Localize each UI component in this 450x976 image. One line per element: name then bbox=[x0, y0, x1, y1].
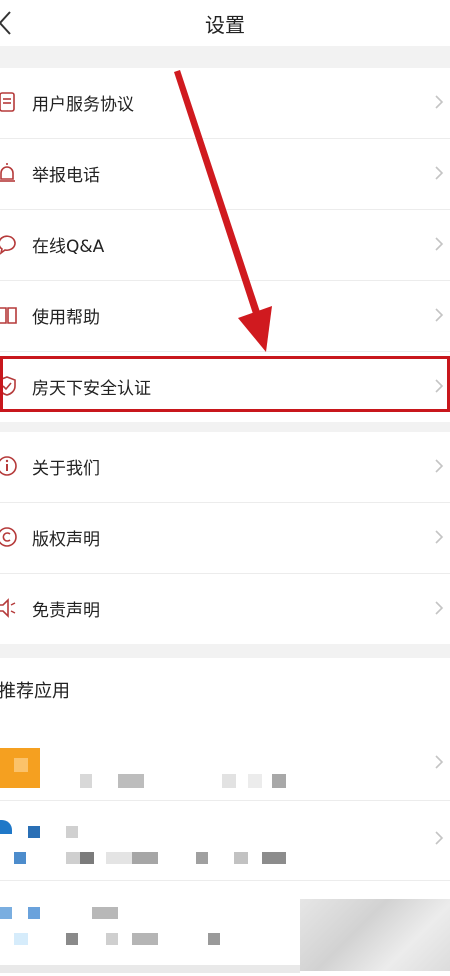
blurred-text bbox=[106, 933, 118, 945]
blurred-text bbox=[208, 933, 220, 945]
menu-item-label: 版权声明 bbox=[32, 530, 100, 550]
recommended-app-item[interactable] bbox=[0, 728, 450, 801]
book-icon bbox=[0, 307, 17, 324]
app-icon-highlight bbox=[14, 758, 28, 772]
menu-item-user-agreement[interactable]: 用户服务协议 bbox=[0, 68, 450, 139]
blurred-text bbox=[132, 852, 158, 864]
chevron-right-icon bbox=[435, 237, 444, 251]
menu-item-label: 在线Q&A bbox=[32, 237, 105, 257]
settings-group-2: 关于我们 版权声明 免责声明 bbox=[0, 432, 450, 644]
chevron-right-icon bbox=[435, 308, 444, 322]
blurred-text bbox=[80, 774, 92, 788]
blurred-text bbox=[14, 933, 28, 945]
menu-item-online-qa[interactable]: 在线Q&A bbox=[0, 210, 450, 281]
blurred-text bbox=[132, 933, 158, 945]
copyright-icon bbox=[0, 527, 17, 547]
menu-item-label: 举报电话 bbox=[32, 166, 100, 186]
page-title: 设置 bbox=[205, 13, 245, 37]
blurred-background bbox=[300, 899, 450, 971]
document-icon bbox=[0, 92, 15, 112]
blurred-text bbox=[14, 852, 26, 864]
blurred-text bbox=[106, 852, 132, 864]
blurred-text bbox=[234, 852, 248, 864]
blurred-text bbox=[28, 907, 40, 919]
menu-item-report-phone[interactable]: 举报电话 bbox=[0, 139, 450, 210]
recommended-apps-title: 推荐应用 bbox=[0, 681, 70, 702]
chevron-right-icon bbox=[435, 459, 444, 473]
menu-item-disclaimer[interactable]: 免责声明 bbox=[0, 574, 450, 644]
menu-item-about-us[interactable]: 关于我们 bbox=[0, 432, 450, 503]
menu-item-help[interactable]: 使用帮助 bbox=[0, 281, 450, 352]
blurred-text bbox=[222, 774, 236, 788]
menu-item-label: 关于我们 bbox=[32, 459, 100, 479]
chevron-right-icon bbox=[435, 166, 444, 180]
blurred-text bbox=[66, 826, 78, 838]
recommended-app-item[interactable] bbox=[0, 800, 450, 881]
chevron-right-icon bbox=[435, 755, 444, 769]
highlight-box bbox=[0, 356, 450, 412]
blurred-text bbox=[118, 774, 144, 788]
info-icon bbox=[0, 456, 17, 476]
blurred-text bbox=[92, 907, 118, 919]
chevron-right-icon bbox=[435, 530, 444, 544]
bottom-bar bbox=[0, 965, 300, 973]
header-bar: 设置 bbox=[0, 0, 450, 46]
speaker-icon bbox=[0, 598, 16, 618]
chevron-right-icon bbox=[435, 601, 444, 615]
menu-item-label: 免责声明 bbox=[32, 601, 100, 621]
menu-item-label: 使用帮助 bbox=[32, 308, 100, 328]
blurred-text bbox=[28, 826, 40, 838]
blurred-text bbox=[196, 852, 208, 864]
menu-item-label: 用户服务协议 bbox=[32, 95, 134, 115]
blurred-text bbox=[272, 774, 286, 788]
app-icon bbox=[0, 907, 12, 919]
blurred-text bbox=[66, 852, 80, 864]
chevron-right-icon bbox=[435, 95, 444, 109]
app-icon bbox=[0, 820, 12, 834]
blurred-text bbox=[248, 774, 262, 788]
recommended-app-item[interactable] bbox=[0, 881, 450, 976]
blurred-text bbox=[66, 933, 78, 945]
alarm-icon bbox=[0, 163, 15, 182]
blurred-text bbox=[262, 852, 286, 864]
chevron-right-icon bbox=[435, 831, 444, 845]
blurred-text bbox=[80, 852, 94, 864]
chat-bubble-icon bbox=[0, 235, 16, 255]
menu-item-copyright[interactable]: 版权声明 bbox=[0, 503, 450, 574]
